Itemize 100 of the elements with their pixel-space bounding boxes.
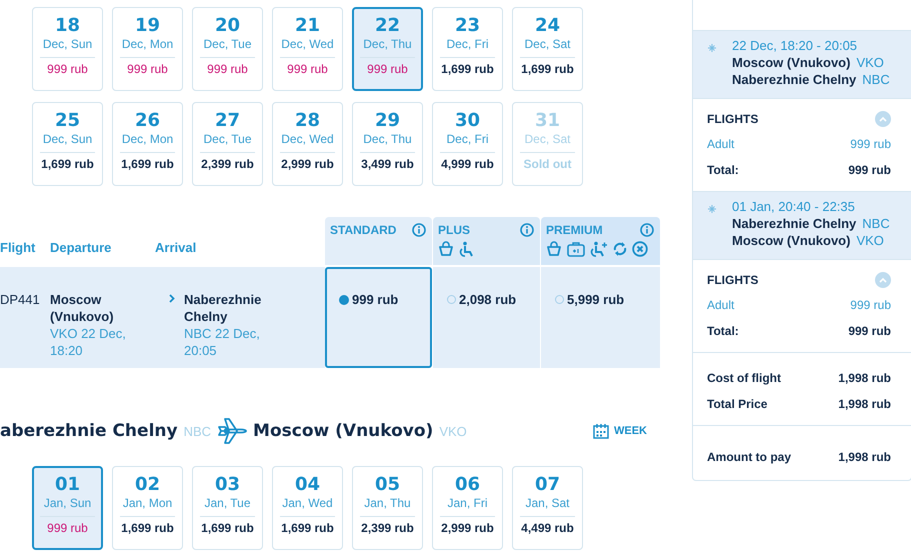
day-label: Dec, Fri bbox=[446, 37, 488, 52]
date-card[interactable]: 18 Dec, Sun 999 rub bbox=[32, 7, 103, 91]
flight-number: DP441 bbox=[0, 292, 40, 307]
day-label: Jan, Sat bbox=[525, 496, 570, 511]
day-label: Dec, Thu bbox=[363, 37, 412, 52]
date-card[interactable]: 29 Dec, Thu 3,499 rub bbox=[352, 102, 423, 186]
day-number: 25 bbox=[54, 111, 80, 131]
departure-city: Moscow (Vnukovo) bbox=[50, 291, 115, 325]
day-number: 18 bbox=[54, 16, 80, 36]
section-title: FLIGHTS bbox=[707, 112, 758, 126]
date-price: 2,399 rub bbox=[361, 520, 414, 536]
section-title: FLIGHTS bbox=[707, 273, 758, 287]
date-card[interactable]: 30 Dec, Fri 4,999 rub bbox=[432, 102, 503, 186]
info-icon[interactable] bbox=[640, 223, 654, 237]
day-number: 19 bbox=[134, 16, 160, 36]
date-card[interactable]: 20 Dec, Tue 999 rub bbox=[192, 7, 263, 91]
date-card[interactable]: 07 Jan, Sat 4,499 rub bbox=[512, 466, 583, 550]
city-name: Moscow (Vnukovo) bbox=[732, 54, 850, 71]
day-number: 03 bbox=[214, 475, 240, 495]
origin-city: aberezhnie Chelny bbox=[0, 421, 178, 441]
city-name: Naberezhnie Chelny bbox=[732, 71, 856, 88]
date-card[interactable]: 19 Dec, Mon 999 rub bbox=[112, 7, 183, 91]
bag-icon bbox=[438, 241, 454, 257]
date-card[interactable]: 24 Dec, Sat 1,699 rub bbox=[512, 7, 583, 91]
fare-option[interactable]: 2,098 rub bbox=[433, 267, 540, 368]
date-card[interactable]: 26 Dec, Mon 1,699 rub bbox=[112, 102, 183, 186]
chevron-up-icon bbox=[879, 277, 887, 283]
day-label: Dec, Tue bbox=[203, 37, 252, 52]
date-price: 1,699 rub bbox=[441, 61, 494, 77]
date-card[interactable]: 06 Jan, Fri 2,999 rub bbox=[432, 466, 503, 550]
date-price: 999 rub bbox=[127, 61, 168, 77]
date-card[interactable]: 04 Jan, Wed 1,699 rub bbox=[272, 466, 343, 550]
week-view-button[interactable]: WEEK bbox=[593, 423, 647, 439]
summary-label: Total Price bbox=[707, 396, 768, 413]
date-card[interactable]: 21 Dec, Wed 999 rub bbox=[272, 7, 343, 91]
flight-time: 22 Dec, 18:20 - 20:05 bbox=[732, 38, 858, 54]
day-label: Dec, Sat bbox=[524, 132, 571, 147]
total-label: Total: bbox=[707, 323, 739, 340]
airplane-icon bbox=[217, 417, 248, 445]
day-number: 26 bbox=[134, 111, 160, 131]
day-label: Dec, Tue bbox=[203, 132, 252, 147]
departure-time: VKO 22 Dec, 18:20 bbox=[50, 325, 127, 359]
day-number: 24 bbox=[534, 16, 560, 36]
total-value: 999 rub bbox=[848, 323, 891, 340]
day-label: Jan, Tue bbox=[204, 496, 251, 511]
date-card[interactable]: 22 Dec, Thu 999 rub bbox=[352, 7, 423, 91]
date-card[interactable]: 02 Jan, Mon 1,699 rub bbox=[112, 466, 183, 550]
radio-button[interactable] bbox=[339, 294, 349, 304]
date-card[interactable]: 03 Jan, Tue 1,699 rub bbox=[192, 466, 263, 550]
day-number: 05 bbox=[374, 475, 400, 495]
fare-class-name: PLUS bbox=[438, 223, 470, 237]
fare-class-name: STANDARD bbox=[330, 223, 396, 237]
day-label: Dec, Wed bbox=[281, 132, 334, 147]
date-card[interactable]: 27 Dec, Tue 2,399 rub bbox=[192, 102, 263, 186]
suitcase-icon bbox=[567, 241, 585, 257]
day-number: 06 bbox=[454, 475, 480, 495]
summary-label: Cost of flight bbox=[707, 370, 781, 387]
date-price: 1,699 rub bbox=[121, 520, 174, 536]
passenger-type: Adult bbox=[707, 136, 734, 153]
airport-code: NBC bbox=[862, 71, 890, 88]
date-card[interactable]: 23 Dec, Fri 1,699 rub bbox=[432, 7, 503, 91]
info-icon[interactable] bbox=[520, 223, 534, 237]
day-label: Jan, Wed bbox=[282, 496, 333, 511]
day-label: Dec, Wed bbox=[281, 37, 334, 52]
info-icon[interactable] bbox=[412, 223, 426, 237]
day-number: 23 bbox=[454, 16, 480, 36]
flight-time: 01 Jan, 20:40 - 22:35 bbox=[732, 199, 856, 215]
day-number: 28 bbox=[294, 111, 320, 131]
total-value: 999 rub bbox=[848, 162, 891, 179]
date-card[interactable]: 25 Dec, Sun 1,699 rub bbox=[32, 102, 103, 186]
day-label: Dec, Fri bbox=[446, 132, 488, 147]
day-number: 22 bbox=[374, 16, 400, 36]
collapse-toggle[interactable] bbox=[875, 111, 891, 127]
date-price: 2,999 rub bbox=[441, 520, 494, 536]
passenger-price: 999 rub bbox=[850, 297, 891, 314]
column-header: Arrival bbox=[155, 240, 198, 257]
day-label: Dec, Sun bbox=[42, 37, 92, 52]
wheelchair-icon bbox=[459, 241, 475, 257]
date-price: 2,399 rub bbox=[201, 156, 254, 172]
collapse-toggle[interactable] bbox=[875, 272, 891, 288]
day-number: 21 bbox=[294, 16, 320, 36]
fare-price: 999 rub bbox=[352, 291, 398, 308]
date-price: 3,499 rub bbox=[361, 156, 414, 172]
fare-option[interactable]: 999 rub bbox=[325, 267, 432, 368]
destination-city: Moscow (Vnukovo) bbox=[253, 421, 434, 441]
radio-button[interactable] bbox=[447, 295, 456, 304]
radio-button[interactable] bbox=[555, 295, 564, 304]
date-price: 999 rub bbox=[207, 61, 248, 77]
bag-icon bbox=[546, 241, 562, 257]
day-label: Dec, Mon bbox=[122, 132, 174, 147]
total-label: Total: bbox=[707, 162, 739, 179]
date-price: 1,699 rub bbox=[281, 520, 334, 536]
arrival-time: NBC 22 Dec, 20:05 bbox=[184, 325, 261, 359]
date-card[interactable]: 28 Dec, Wed 2,999 rub bbox=[272, 102, 343, 186]
date-card[interactable]: 01 Jan, Sun 999 rub bbox=[32, 466, 103, 550]
date-card[interactable]: 05 Jan, Thu 2,399 rub bbox=[352, 466, 423, 550]
chevron-up-icon bbox=[879, 116, 887, 122]
fare-option[interactable]: 5,999 rub bbox=[541, 267, 660, 368]
day-label: Jan, Sun bbox=[44, 496, 92, 511]
city-name: Naberezhnie Chelny bbox=[732, 215, 856, 232]
